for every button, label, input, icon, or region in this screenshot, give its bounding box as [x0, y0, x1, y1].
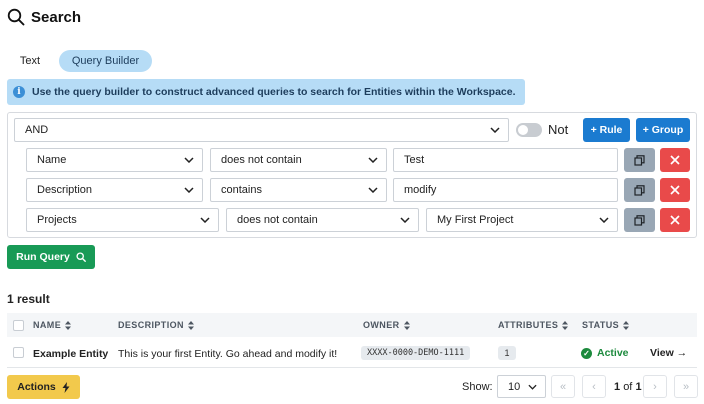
search-icon: [76, 252, 86, 262]
chevron-down-icon: [527, 382, 537, 392]
next-page-button[interactable]: ›: [643, 375, 667, 398]
rule-value-input[interactable]: Test: [393, 148, 618, 172]
check-circle-icon: ✓: [581, 347, 592, 359]
sort-icon: [403, 320, 410, 330]
tab-query-builder[interactable]: Query Builder: [59, 50, 152, 72]
rule-value-selected: My First Project: [437, 214, 514, 226]
page-size-value: 10: [508, 380, 521, 393]
column-label: DESCRIPTION: [118, 320, 184, 330]
sort-icon: [187, 320, 194, 330]
total-pages: 1: [635, 381, 642, 393]
rule-field-select[interactable]: Name: [26, 148, 203, 172]
column-header-owner[interactable]: OWNER: [363, 320, 410, 330]
rule-operator-select[interactable]: does not contain: [226, 208, 419, 232]
remove-rule-button[interactable]: [660, 208, 690, 232]
attributes-count-badge: 1: [498, 346, 516, 360]
actions-label: Actions: [17, 381, 56, 393]
column-label: STATUS: [582, 320, 620, 330]
chevron-down-icon: [490, 125, 500, 135]
rule-field-value: Name: [37, 154, 67, 166]
clone-rule-button[interactable]: [624, 208, 655, 232]
chevron-left-icon: ‹: [592, 380, 596, 393]
status-label: Active: [597, 347, 629, 359]
chevron-down-icon: [184, 185, 194, 195]
results-count: 1 result: [7, 292, 50, 306]
remove-rule-button[interactable]: [660, 148, 690, 172]
actions-button[interactable]: Actions: [7, 375, 80, 399]
rule-field-select[interactable]: Projects: [26, 208, 219, 232]
not-label: Not: [548, 122, 569, 137]
chevron-right-icon: ›: [653, 380, 657, 393]
copy-icon: [634, 154, 645, 166]
column-header-status[interactable]: STATUS: [582, 320, 630, 330]
rule-operator-select[interactable]: contains: [210, 178, 387, 202]
copy-icon: [634, 184, 645, 196]
sort-icon: [562, 320, 569, 330]
page-size-select[interactable]: 10: [497, 375, 546, 398]
double-chevron-left-icon: «: [559, 380, 567, 393]
page-indicator: 1 of 1: [614, 381, 642, 393]
column-header-attributes[interactable]: ATTRIBUTES: [498, 320, 569, 330]
rule-operator-value: does not contain: [237, 214, 318, 226]
view-link[interactable]: View →: [650, 347, 687, 359]
rule-operator-select[interactable]: does not contain: [210, 148, 387, 172]
column-header-description[interactable]: DESCRIPTION: [118, 320, 194, 330]
close-icon: [670, 215, 680, 225]
close-icon: [670, 185, 680, 195]
info-banner: i Use the query builder to construct adv…: [7, 79, 525, 105]
owner-badge: XXXX-0000-DEMO-1111: [361, 346, 471, 360]
rule-value-select[interactable]: My First Project: [426, 208, 618, 232]
tab-text[interactable]: Text: [10, 50, 50, 72]
row-checkbox[interactable]: [13, 347, 24, 358]
column-label: NAME: [33, 320, 62, 330]
add-group-button[interactable]: + Group: [636, 118, 690, 142]
info-icon: i: [13, 86, 25, 98]
sort-icon: [623, 320, 630, 330]
rule-field-select[interactable]: Description: [26, 178, 203, 202]
page-of: of: [623, 381, 633, 393]
last-page-button[interactable]: »: [674, 375, 698, 398]
entity-description: This is your first Entity. Go ahead and …: [118, 348, 338, 360]
combinator-value: AND: [25, 124, 49, 136]
copy-icon: [634, 214, 645, 226]
clone-rule-button[interactable]: [624, 178, 655, 202]
rule-field-value: Projects: [37, 214, 77, 226]
rule-operator-value: contains: [221, 184, 262, 196]
close-icon: [670, 155, 680, 165]
chevron-down-icon: [368, 185, 378, 195]
page-title: Search: [31, 8, 82, 26]
not-toggle[interactable]: [516, 123, 542, 137]
clone-rule-button[interactable]: [624, 148, 655, 172]
first-page-button[interactable]: «: [551, 375, 575, 398]
column-header-name[interactable]: NAME: [33, 320, 72, 330]
rule-value-input[interactable]: modify: [393, 178, 618, 202]
column-label: OWNER: [363, 320, 400, 330]
info-banner-text: Use the query builder to construct advan…: [32, 86, 516, 98]
sort-icon: [65, 320, 72, 330]
search-icon: [7, 8, 25, 26]
chevron-down-icon: [400, 215, 410, 225]
add-rule-button[interactable]: + Rule: [583, 118, 630, 142]
rule-operator-value: does not contain: [221, 154, 302, 166]
chevron-down-icon: [184, 155, 194, 165]
column-label: ATTRIBUTES: [498, 320, 559, 330]
prev-page-button[interactable]: ‹: [582, 375, 606, 398]
toggle-knob: [518, 125, 528, 135]
remove-rule-button[interactable]: [660, 178, 690, 202]
run-query-button[interactable]: Run Query: [7, 245, 95, 269]
rule-field-value: Description: [37, 184, 93, 196]
status-badge: ✓ Active: [581, 347, 629, 359]
page-size-label: Show:: [462, 381, 493, 393]
page-header: Search: [7, 6, 81, 28]
select-all-checkbox[interactable]: [13, 320, 24, 331]
chevron-down-icon: [599, 215, 609, 225]
run-query-label: Run Query: [16, 251, 70, 263]
lightning-icon: [62, 381, 70, 393]
combinator-select[interactable]: AND: [14, 118, 509, 142]
entity-name[interactable]: Example Entity: [33, 348, 108, 360]
chevron-down-icon: [368, 155, 378, 165]
double-chevron-right-icon: »: [682, 380, 690, 393]
current-page: 1: [614, 381, 621, 393]
chevron-down-icon: [200, 215, 210, 225]
